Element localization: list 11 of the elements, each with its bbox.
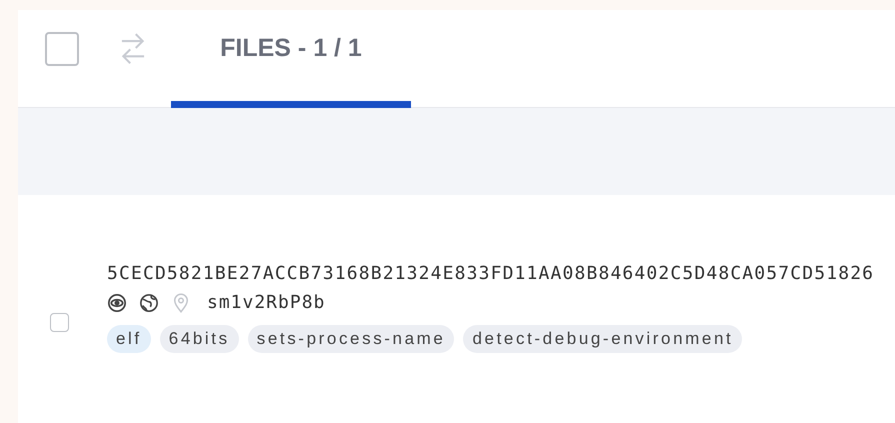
row-checkbox[interactable] — [50, 312, 69, 332]
select-all-checkbox[interactable] — [45, 32, 79, 66]
tag: sets-process-name — [248, 325, 454, 353]
tag: detect-debug-environment — [463, 325, 742, 353]
file-name: sm1v2RbP8b — [207, 292, 326, 313]
file-hash: 5CECD5821BE27ACCB73168B21324E833FD11AA08B846402C5D48CA057CD51826 — [107, 263, 874, 284]
tag: elf — [107, 325, 151, 353]
tag: 64bits — [160, 325, 239, 353]
location-pin-icon — [171, 292, 191, 312]
eye-icon — [107, 292, 127, 312]
globe-icon — [139, 292, 159, 312]
